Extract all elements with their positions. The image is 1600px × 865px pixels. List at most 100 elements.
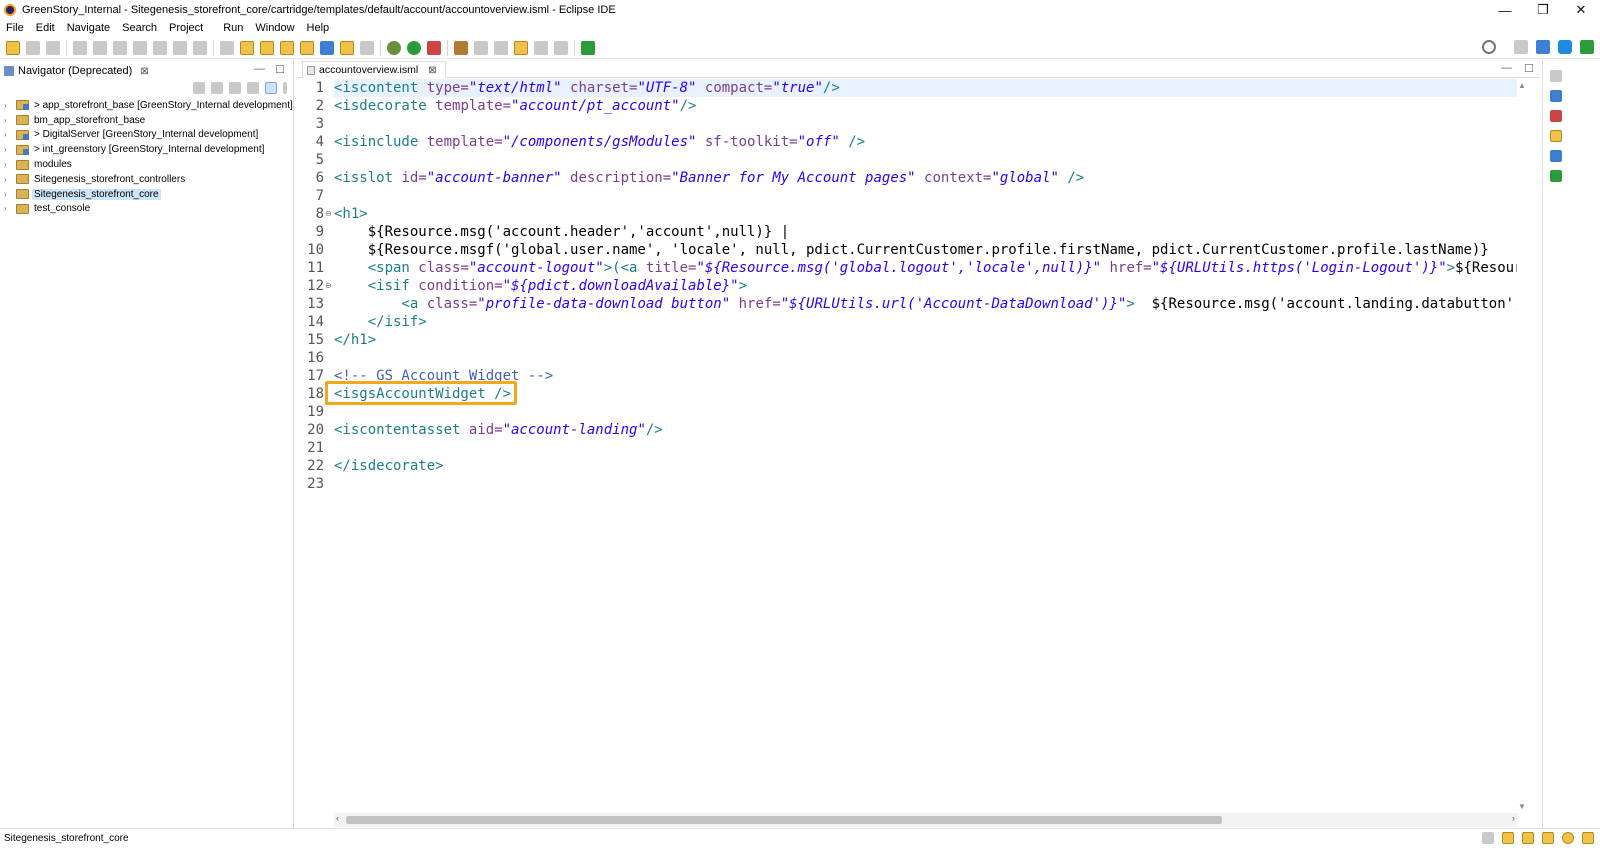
server-icon[interactable]	[320, 40, 334, 55]
code-line[interactable]: <isif condition="${pdict.downloadAvailab…	[334, 277, 747, 295]
server-status-icon[interactable]	[1482, 832, 1494, 844]
expand-icon[interactable]: ›	[4, 130, 12, 139]
maximize-icon[interactable]: ☐	[275, 63, 285, 76]
package-icon[interactable]	[260, 40, 274, 55]
code-line[interactable]: </isif>	[334, 313, 427, 331]
code-line[interactable]: <span class="account-logout">(<a title="…	[334, 259, 1517, 277]
fold-toggle-icon[interactable]: ⊖	[325, 205, 332, 223]
fold-toggle-icon[interactable]: ⊖	[325, 277, 332, 295]
code-line[interactable]: <isslot id="account-banner" description=…	[334, 169, 1084, 187]
scroll-left-icon[interactable]: ‹	[336, 813, 339, 823]
wand-icon[interactable]	[1542, 832, 1554, 844]
suspend-icon[interactable]	[93, 40, 107, 55]
open-folder-icon[interactable]	[340, 40, 354, 55]
editor-tab-accountoverview[interactable]: accountoverview.isml ⊠	[302, 61, 446, 78]
menu-project[interactable]: Project	[169, 22, 203, 34]
notification-icon[interactable]	[1562, 832, 1574, 844]
code-line[interactable]: <h1>	[334, 205, 368, 223]
pin-editor-icon[interactable]	[581, 40, 595, 55]
tip-icon[interactable]	[1582, 832, 1594, 844]
minimize-icon[interactable]: —	[254, 63, 265, 76]
up-icon[interactable]	[229, 82, 241, 94]
tree-item[interactable]: › Sitegenesis_storefront_controllers	[4, 172, 295, 187]
minimize-button[interactable]: —	[1486, 0, 1524, 20]
new-icon[interactable]	[6, 40, 20, 55]
code-line[interactable]: ${Resource.msg('account.header','account…	[334, 223, 789, 241]
maximize-icon[interactable]: ☐	[1524, 62, 1534, 75]
link-editor-icon[interactable]	[265, 82, 277, 94]
tree-item[interactable]: › > DigitalServer [GreenStory_Internal de…	[4, 128, 295, 143]
module-icon[interactable]	[300, 40, 314, 55]
next-annotation-icon[interactable]	[474, 40, 488, 55]
tree-item-selected[interactable]: › Sitegenesis_storefront_core	[4, 187, 295, 202]
menu-search[interactable]: Search	[122, 22, 157, 34]
scroll-down-icon[interactable]: ▼	[1518, 802, 1526, 811]
debug-icon[interactable]	[387, 40, 401, 55]
expand-icon[interactable]: ›	[4, 204, 12, 213]
code-line[interactable]: <isdecorate template="account/pt_account…	[334, 97, 696, 115]
expand-icon[interactable]: ›	[4, 145, 12, 154]
restore-button[interactable]: ❐	[1524, 0, 1562, 20]
console-icon[interactable]	[1549, 150, 1562, 162]
code-line[interactable]: <iscontent type="text/html" charset="UTF…	[334, 79, 840, 97]
tree-item[interactable]: › modules	[4, 157, 295, 172]
view-menu-icon[interactable]	[283, 82, 287, 94]
horizontal-scrollbar[interactable]: ‹ ›	[334, 813, 1517, 827]
navigator-tab[interactable]: Navigator (Deprecated) ⊠	[4, 63, 149, 79]
minimize-icon[interactable]: —	[1501, 62, 1512, 75]
step-into-icon[interactable]	[153, 40, 167, 55]
debug-perspective-icon[interactable]	[1580, 40, 1594, 54]
step-return-icon[interactable]	[193, 40, 207, 55]
problems-icon[interactable]	[1549, 110, 1562, 122]
scroll-right-icon[interactable]: ›	[1512, 813, 1515, 823]
search-icon[interactable]	[1482, 40, 1496, 54]
code-line[interactable]: <iscontentasset aid="account-landing"/>	[334, 421, 663, 439]
code-editor[interactable]: 1 2 3 4 5 6 7 8 ⊖ 9 10 11 12 ⊖ 13 14 15 16 17 18 19 20 21 22 23 …	[298, 79, 1517, 813]
expand-icon[interactable]: ›	[4, 190, 12, 199]
collapse-all-icon[interactable]	[247, 82, 259, 94]
cartridge-icon[interactable]	[280, 40, 294, 55]
tree-item[interactable]: › bm_app_storefront_base	[4, 113, 295, 128]
code-line[interactable]: <isinclude template="/components/gsModul…	[334, 133, 865, 151]
prev-annotation-icon[interactable]	[494, 40, 508, 55]
run-icon[interactable]	[407, 40, 421, 55]
expand-icon[interactable]: ›	[4, 160, 12, 169]
menu-navigate[interactable]: Navigate	[67, 22, 110, 34]
code-line[interactable]: <a class="profile-data-download button" …	[334, 295, 1517, 313]
close-icon[interactable]: ⊠	[140, 66, 148, 77]
expand-icon[interactable]: ›	[4, 175, 12, 184]
menu-file[interactable]: File	[6, 22, 24, 34]
vertical-scrollbar[interactable]: ▲ ▼	[1517, 79, 1529, 813]
save-all-icon[interactable]	[46, 40, 60, 55]
expand-icon[interactable]: ›	[4, 101, 12, 110]
restore-icon[interactable]	[1549, 70, 1562, 82]
menu-run[interactable]: Run	[223, 22, 243, 34]
external-tools-icon[interactable]	[427, 40, 441, 55]
expand-icon[interactable]: ›	[4, 116, 12, 125]
code-line[interactable]: </h1>	[334, 331, 376, 349]
code-area[interactable]: <iscontent type="text/html" charset="UTF…	[334, 79, 1517, 813]
tree-item[interactable]: › > app_storefront_base [GreenStory_Inter…	[4, 98, 295, 113]
terminate-icon[interactable]	[113, 40, 127, 55]
close-icon[interactable]: ⊠	[428, 65, 436, 76]
servers-icon[interactable]	[1549, 170, 1562, 182]
close-button[interactable]: ✕	[1562, 0, 1600, 20]
code-line[interactable]: </isdecorate>	[334, 457, 444, 475]
outline-icon[interactable]	[1549, 90, 1562, 102]
menu-window[interactable]: Window	[255, 22, 294, 34]
forward-icon[interactable]	[211, 82, 223, 94]
disconnect-icon[interactable]	[133, 40, 147, 55]
scroll-up-icon[interactable]: ▲	[1518, 81, 1526, 90]
back-icon[interactable]	[193, 82, 205, 94]
step-over-icon[interactable]	[173, 40, 187, 55]
resume-icon[interactable]	[73, 40, 87, 55]
open-perspective-icon[interactable]	[1514, 40, 1528, 54]
save-icon[interactable]	[26, 40, 40, 55]
open-type-icon[interactable]	[240, 40, 254, 55]
isml-perspective-icon[interactable]	[1558, 40, 1572, 54]
code-line[interactable]: ${Resource.msgf('global.user.name', 'loc…	[334, 241, 1489, 259]
tools-icon[interactable]	[360, 40, 374, 55]
learn-icon[interactable]	[1522, 832, 1534, 844]
tree-item[interactable]: › test_console	[4, 202, 295, 217]
tasks-icon[interactable]	[1549, 130, 1562, 142]
